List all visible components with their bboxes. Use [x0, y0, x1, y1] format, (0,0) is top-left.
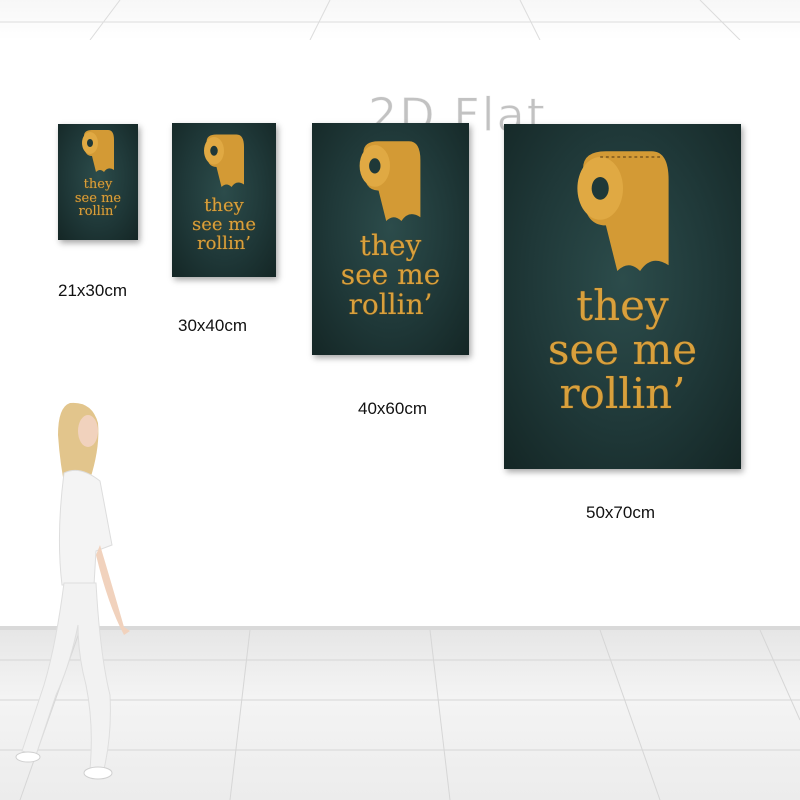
size-label-40x60: 40x60cm	[358, 399, 427, 418]
text-line-rollin: rollin’	[559, 369, 686, 419]
size-label-50x70: 50x70cm	[586, 503, 655, 522]
toilet-roll-icon	[577, 151, 669, 271]
poster-text: they see me rollin’	[172, 196, 276, 254]
poster-40x60: they see me rollin’	[312, 123, 469, 355]
poster-text: they see me rollin’	[312, 229, 469, 321]
poster-21x30: they see me rollin’	[58, 124, 138, 240]
text-line-see-me: see me	[192, 213, 256, 235]
text-line-they: they	[83, 177, 113, 192]
poster-text: they see me rollin’	[58, 178, 138, 219]
toilet-roll-icon	[359, 141, 421, 221]
text-line-rollin: rollin’	[196, 232, 252, 254]
toilet-roll-icon	[82, 130, 114, 172]
poster-text: they see me rollin’	[504, 281, 741, 419]
text-line-rollin: rollin’	[348, 287, 433, 321]
text-line-they: they	[576, 281, 669, 330]
ceiling-grid	[0, 0, 800, 40]
poster-50x70: they see me rollin’	[504, 124, 741, 469]
poster-30x40: they see me rollin’	[172, 123, 276, 277]
size-label-21x30: 21x30cm	[58, 281, 127, 300]
toilet-roll-icon	[204, 134, 244, 187]
text-line-rollin: rollin’	[78, 204, 118, 220]
size-label-30x40: 30x40cm	[178, 316, 247, 335]
text-line-see-me: see me	[547, 325, 698, 375]
text-line-they: they	[359, 229, 422, 262]
text-line-see-me: see me	[340, 258, 441, 292]
gallery-scene: 2D Flat they see me rollin’ they see me …	[0, 0, 800, 800]
person-silhouette	[15, 402, 130, 780]
